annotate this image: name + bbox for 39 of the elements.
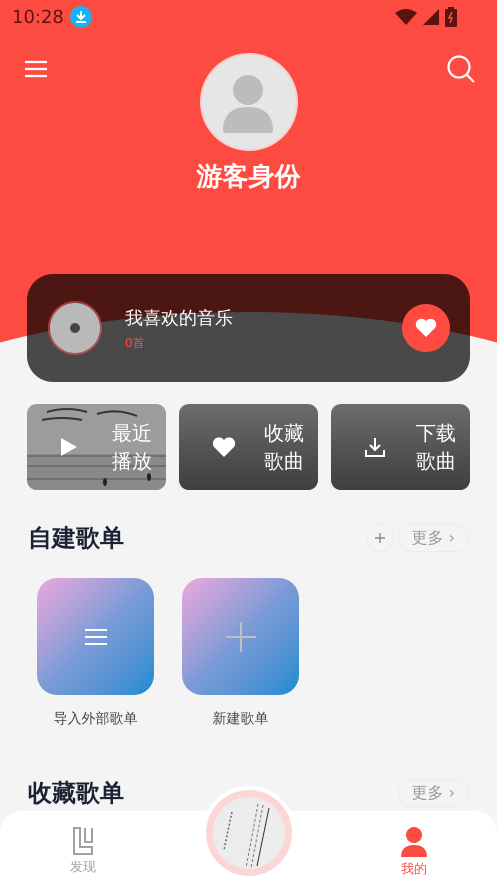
download-icon <box>70 6 92 28</box>
heart-icon <box>212 436 236 458</box>
section-title: 自建歌单 <box>28 523 125 554</box>
nav-tab[interactable]: 发现 <box>70 811 96 884</box>
person-icon <box>401 827 428 857</box>
song-count: 0首 <box>125 334 146 352</box>
tile-label: 收藏歌曲 <box>264 420 305 475</box>
plus-icon <box>374 533 385 543</box>
download-icon <box>364 436 386 458</box>
bookmark-icon <box>72 827 93 855</box>
status-time: 10:28 <box>12 6 64 30</box>
tile-label: 下载歌曲 <box>416 420 457 475</box>
playlist-cover[interactable] <box>37 578 154 695</box>
quick-action-tile[interactable]: 最近播放 <box>27 404 166 490</box>
quick-action-tile[interactable]: 下载歌曲 <box>331 404 470 490</box>
favorite-card[interactable]: 我喜欢的音乐 0首 <box>27 274 470 382</box>
list-icon <box>84 628 106 646</box>
plus-icon <box>226 622 256 652</box>
add-button[interactable] <box>366 524 394 552</box>
disc-icon <box>47 300 103 356</box>
avatar[interactable] <box>200 53 298 151</box>
player-disc[interactable] <box>206 790 292 876</box>
playlist-title: 导入外部歌单 <box>54 710 138 729</box>
playlist-title: 新建歌单 <box>212 710 268 729</box>
signal-icon <box>423 9 439 25</box>
playlist-cover[interactable] <box>182 578 299 695</box>
wifi-icon <box>395 9 417 25</box>
user-name: 游客身份 <box>196 161 300 194</box>
play-icon <box>60 437 78 457</box>
favorite-title: 我喜欢的音乐 <box>125 306 234 330</box>
more-button[interactable]: 更多 › <box>398 524 469 552</box>
section-title: 收藏歌单 <box>28 778 125 809</box>
nav-tab[interactable]: 我的 <box>401 811 428 884</box>
menu-icon[interactable] <box>25 60 47 78</box>
tile-label: 最近播放 <box>112 420 153 475</box>
search-icon[interactable] <box>446 54 476 84</box>
more-button[interactable]: 更多 › <box>398 779 469 807</box>
battery-icon <box>445 7 457 27</box>
quick-action-tile[interactable]: 收藏歌曲 <box>179 404 318 490</box>
